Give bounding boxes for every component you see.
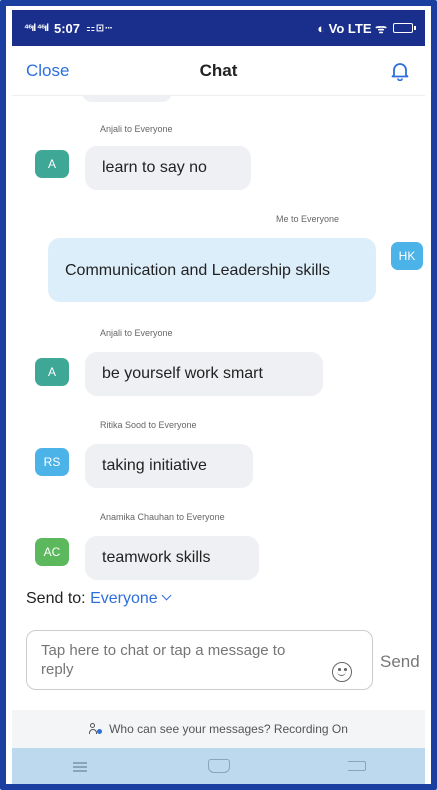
people-icon: [89, 723, 103, 735]
message-sender: Me to Everyone: [276, 214, 340, 224]
bell-icon[interactable]: [389, 60, 411, 82]
chat-header: Close Chat: [12, 46, 425, 96]
notification-icons: ⚏ ⊡ ···: [86, 22, 113, 34]
send-to-target[interactable]: Everyone: [90, 590, 158, 607]
message-sender: Anjali to Everyone: [100, 328, 173, 338]
emoji-icon[interactable]: [332, 662, 352, 682]
message-bubble[interactable]: teamwork skills: [85, 536, 259, 580]
avatar: A: [35, 150, 69, 178]
page-title: Chat: [199, 60, 238, 80]
chevron-down-icon[interactable]: [161, 590, 172, 601]
previous-message-bubble[interactable]: [82, 96, 172, 102]
message-sender: Anjali to Everyone: [100, 124, 173, 134]
message-sender: Ritika Sood to Everyone: [100, 420, 197, 430]
status-right: ◐ Vo LTE ᯤ: [317, 19, 416, 37]
avatar: A: [35, 358, 69, 386]
avatar: AC: [35, 538, 69, 566]
chat-input[interactable]: [41, 641, 301, 681]
visibility-notice[interactable]: Who can see your messages? Recording On: [12, 710, 425, 748]
message-bubble[interactable]: be yourself work smart: [85, 352, 323, 396]
back-icon[interactable]: [348, 761, 367, 771]
message-bubble[interactable]: Communication and Leadership skills: [48, 238, 376, 302]
notice-text: Who can see your messages? Recording On: [109, 722, 348, 736]
status-indicators: ◐ Vo LTE ᯤ: [317, 21, 387, 36]
chat-list[interactable]: Anjali to Everyone A learn to say no Me …: [12, 96, 425, 583]
system-nav-bar: [12, 748, 425, 784]
message-bubble[interactable]: taking initiative: [85, 444, 253, 488]
close-button[interactable]: Close: [26, 61, 69, 81]
send-to-label: Send to:: [26, 590, 86, 607]
status-bar: ⁴⁶ıl ⁴⁶ıl 5:07 ⚏ ⊡ ··· ◐ Vo LTE ᯤ: [12, 10, 425, 46]
home-icon[interactable]: [208, 759, 231, 773]
send-to-selector[interactable]: Send to: Everyone: [26, 590, 172, 608]
compose-box[interactable]: [26, 630, 373, 690]
message-sender: Anamika Chauhan to Everyone: [100, 512, 225, 522]
message-bubble[interactable]: learn to say no: [85, 146, 251, 190]
status-time: 5:07: [54, 20, 81, 36]
send-button[interactable]: Send: [380, 652, 420, 672]
battery-icon: [393, 23, 416, 33]
signal-icon: ⁴⁶ıl ⁴⁶ıl: [24, 22, 49, 34]
status-left: ⁴⁶ıl ⁴⁶ıl 5:07 ⚏ ⊡ ···: [24, 20, 113, 36]
avatar: HK: [391, 242, 423, 270]
avatar: RS: [35, 448, 69, 476]
menu-icon[interactable]: [71, 760, 91, 772]
